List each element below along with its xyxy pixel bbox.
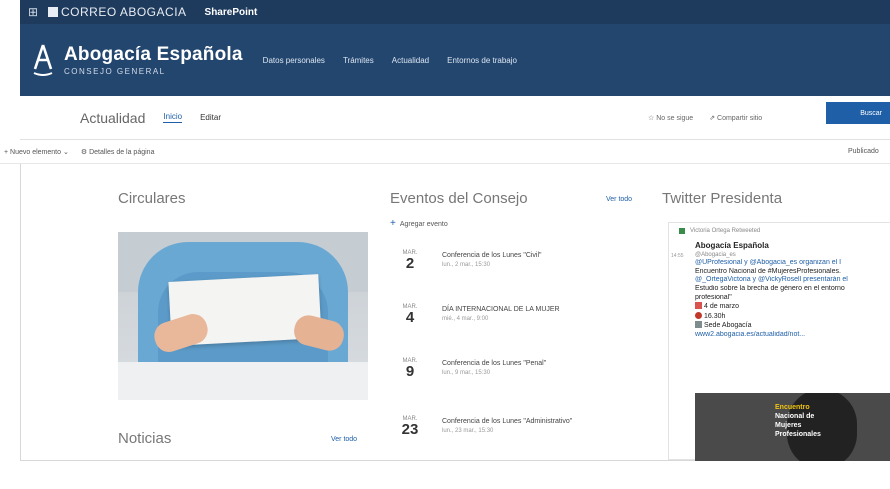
nav-tramites[interactable]: Trámites — [343, 56, 374, 65]
event-time: lun., 23 mar., 15:30 — [442, 428, 494, 434]
tweet-line: profesional" — [695, 293, 732, 301]
noticias-ver-todo-link[interactable]: Ver todo — [331, 436, 357, 443]
event-time: lun., 9 mar., 15:30 — [442, 370, 491, 376]
event-date: MAR. 4 — [398, 304, 422, 346]
event-info: Conferencia de los Lunes "Civil" lun., 2… — [442, 250, 542, 292]
suite-bar: ⊞ CORREO ABOGACIA SharePoint — [20, 0, 890, 24]
tweet-line: Encuentro Nacional de #MujeresProfesiona… — [695, 267, 841, 275]
page-title: Actualidad — [80, 109, 146, 126]
tweet-image-text: Encuentro Nacional de Mujeres Profesiona… — [775, 403, 821, 439]
follow-label: No se sigue — [656, 114, 694, 122]
eventos-title: Eventos del Consejo — [390, 190, 528, 207]
site-subtitle: CONSEJO GENERAL — [64, 67, 166, 76]
event-item[interactable]: MAR. 9 Conferencia de los Lunes "Penal" … — [398, 358, 646, 400]
add-event-button[interactable]: + Agregar evento — [390, 218, 448, 229]
page-details-button[interactable]: ⚙ Detalles de la página — [81, 148, 155, 156]
share-label: Compartir sitio — [717, 114, 763, 122]
suite-app-name[interactable]: SharePoint — [205, 7, 258, 18]
event-day: 23 — [401, 421, 419, 438]
calendar-icon — [695, 302, 702, 310]
add-event-label: Agregar evento — [399, 221, 448, 228]
event-date: MAR. 23 — [398, 416, 422, 458]
image-table — [118, 362, 368, 400]
tweet-line[interactable]: @_OrtegaVictoria y @VickyRosell presenta… — [695, 276, 890, 285]
image-text-line: Profesionales — [775, 431, 821, 438]
site-title-text: Abogacía Española — [64, 44, 243, 65]
eventos-ver-todo-link[interactable]: Ver todo — [606, 196, 632, 203]
retweet-indicator: Victoria Ortega Retweeted — [679, 228, 760, 234]
tweet-line: Estudio sobre la brecha de género en el … — [695, 284, 845, 292]
event-date: MAR. 9 — [398, 358, 422, 400]
tweet-body: Abogacía Española @Abogacia_es @UProfesi… — [695, 241, 890, 340]
twitter-title: Twitter Presidenta — [662, 190, 783, 207]
event-day: 9 — [405, 363, 415, 380]
event-day: 2 — [405, 255, 415, 272]
nav-actualidad[interactable]: Actualidad — [392, 56, 429, 65]
event-title: Conferencia de los Lunes "Administrativo… — [442, 418, 573, 425]
suite-brand: CORREO ABOGACIA — [61, 5, 187, 19]
event-title: DÍA INTERNACIONAL DE LA MUJER — [442, 306, 560, 313]
image-text-line: Nacional de — [775, 413, 815, 420]
building-icon — [695, 321, 702, 329]
tweet-time-line: 16.30h — [695, 311, 890, 322]
command-bar: + Nuevo elemento ⌄ ⚙ Detalles de la pági… — [0, 140, 890, 164]
tab-inicio[interactable]: Inicio — [163, 112, 183, 123]
tweet-venue-line: Sede Abogacía — [695, 321, 890, 331]
twitter-feed[interactable]: Victoria Ortega Retweeted 14:55 Abogacía… — [668, 222, 890, 461]
event-info: Conferencia de los Lunes "Administrativo… — [442, 416, 572, 458]
circulares-image[interactable] — [118, 232, 368, 400]
tweet-date: 4 de marzo — [704, 303, 740, 311]
tweet-handle[interactable]: @Abogacia_es — [695, 251, 890, 260]
tweet-author[interactable]: Abogacía Española — [695, 241, 890, 251]
event-date: MAR. 2 — [398, 250, 422, 292]
circulares-title: Circulares — [118, 190, 186, 207]
tab-editar[interactable]: Editar — [200, 113, 221, 122]
logo-square-icon — [48, 7, 58, 17]
tweet-image[interactable]: Encuentro Nacional de Mujeres Profesiona… — [695, 393, 890, 461]
new-item-label: Nuevo elemento — [10, 148, 62, 156]
clock-icon — [695, 311, 702, 319]
tweet-venue: Sede Abogacía — [704, 322, 752, 330]
tweet-date-line: 4 de marzo — [695, 302, 890, 312]
published-status: Publicado — [848, 148, 879, 155]
content-left-border — [20, 164, 21, 460]
event-time: lun., 2 mar., 15:30 — [442, 262, 491, 268]
event-title: Conferencia de los Lunes "Penal" — [442, 360, 547, 367]
app-launcher-icon[interactable]: ⊞ — [20, 0, 46, 24]
event-day: 4 — [405, 309, 415, 326]
event-info: DÍA INTERNACIONAL DE LA MUJER mié., 4 ma… — [442, 304, 560, 346]
nav-entornos-trabajo[interactable]: Entornos de trabajo — [447, 56, 517, 65]
event-item[interactable]: MAR. 23 Conferencia de los Lunes "Admini… — [398, 416, 646, 458]
page-bar: Actualidad Inicio Editar ☆ No se sigue ⇗… — [20, 96, 890, 140]
follow-button[interactable]: ☆ No se sigue — [648, 114, 693, 122]
event-item[interactable]: MAR. 4 DÍA INTERNACIONAL DE LA MUJER mié… — [398, 304, 646, 346]
noticias-title: Noticias — [118, 430, 172, 447]
event-title: Conferencia de los Lunes "Civil" — [442, 252, 542, 259]
event-info: Conferencia de los Lunes "Penal" lun., 9… — [442, 358, 546, 400]
tweet-time: 14:55 — [671, 253, 684, 259]
tweet-hour: 16.30h — [704, 312, 726, 320]
search-button[interactable]: Buscar — [826, 102, 890, 124]
tweet-line[interactable]: @UProfesional y @Abogacia_es organizan e… — [695, 259, 890, 268]
new-item-button[interactable]: + Nuevo elemento ⌄ — [4, 148, 69, 156]
retweet-text: Victoria Ortega Retweeted — [690, 228, 761, 234]
page-details-label: Detalles de la página — [89, 148, 155, 156]
tweet-link[interactable]: www2.abogacia.es/actualidad/not... — [695, 331, 890, 340]
nav-datos-personales[interactable]: Datos personales — [263, 56, 325, 65]
image-text-line: Encuentro — [775, 404, 810, 411]
page-actions: ☆ No se sigue ⇗ Compartir sitio — [648, 114, 762, 122]
site-title[interactable]: Abogacía Española CONSEJO GENERAL — [64, 44, 243, 76]
retweet-icon — [679, 228, 685, 234]
event-item[interactable]: MAR. 2 Conferencia de los Lunes "Civil" … — [398, 250, 646, 292]
plus-icon: + — [390, 218, 396, 229]
site-logo-icon[interactable] — [32, 43, 54, 77]
share-site-button[interactable]: ⇗ Compartir sitio — [709, 114, 762, 122]
image-text-line: Mujeres — [775, 422, 802, 429]
site-header: Abogacía Española CONSEJO GENERAL Datos … — [20, 24, 890, 96]
suite-logo[interactable]: CORREO ABOGACIA — [48, 5, 187, 19]
site-nav: Datos personales Trámites Actualidad Ent… — [263, 56, 517, 65]
event-time: mié., 4 mar., 9:00 — [442, 316, 489, 322]
